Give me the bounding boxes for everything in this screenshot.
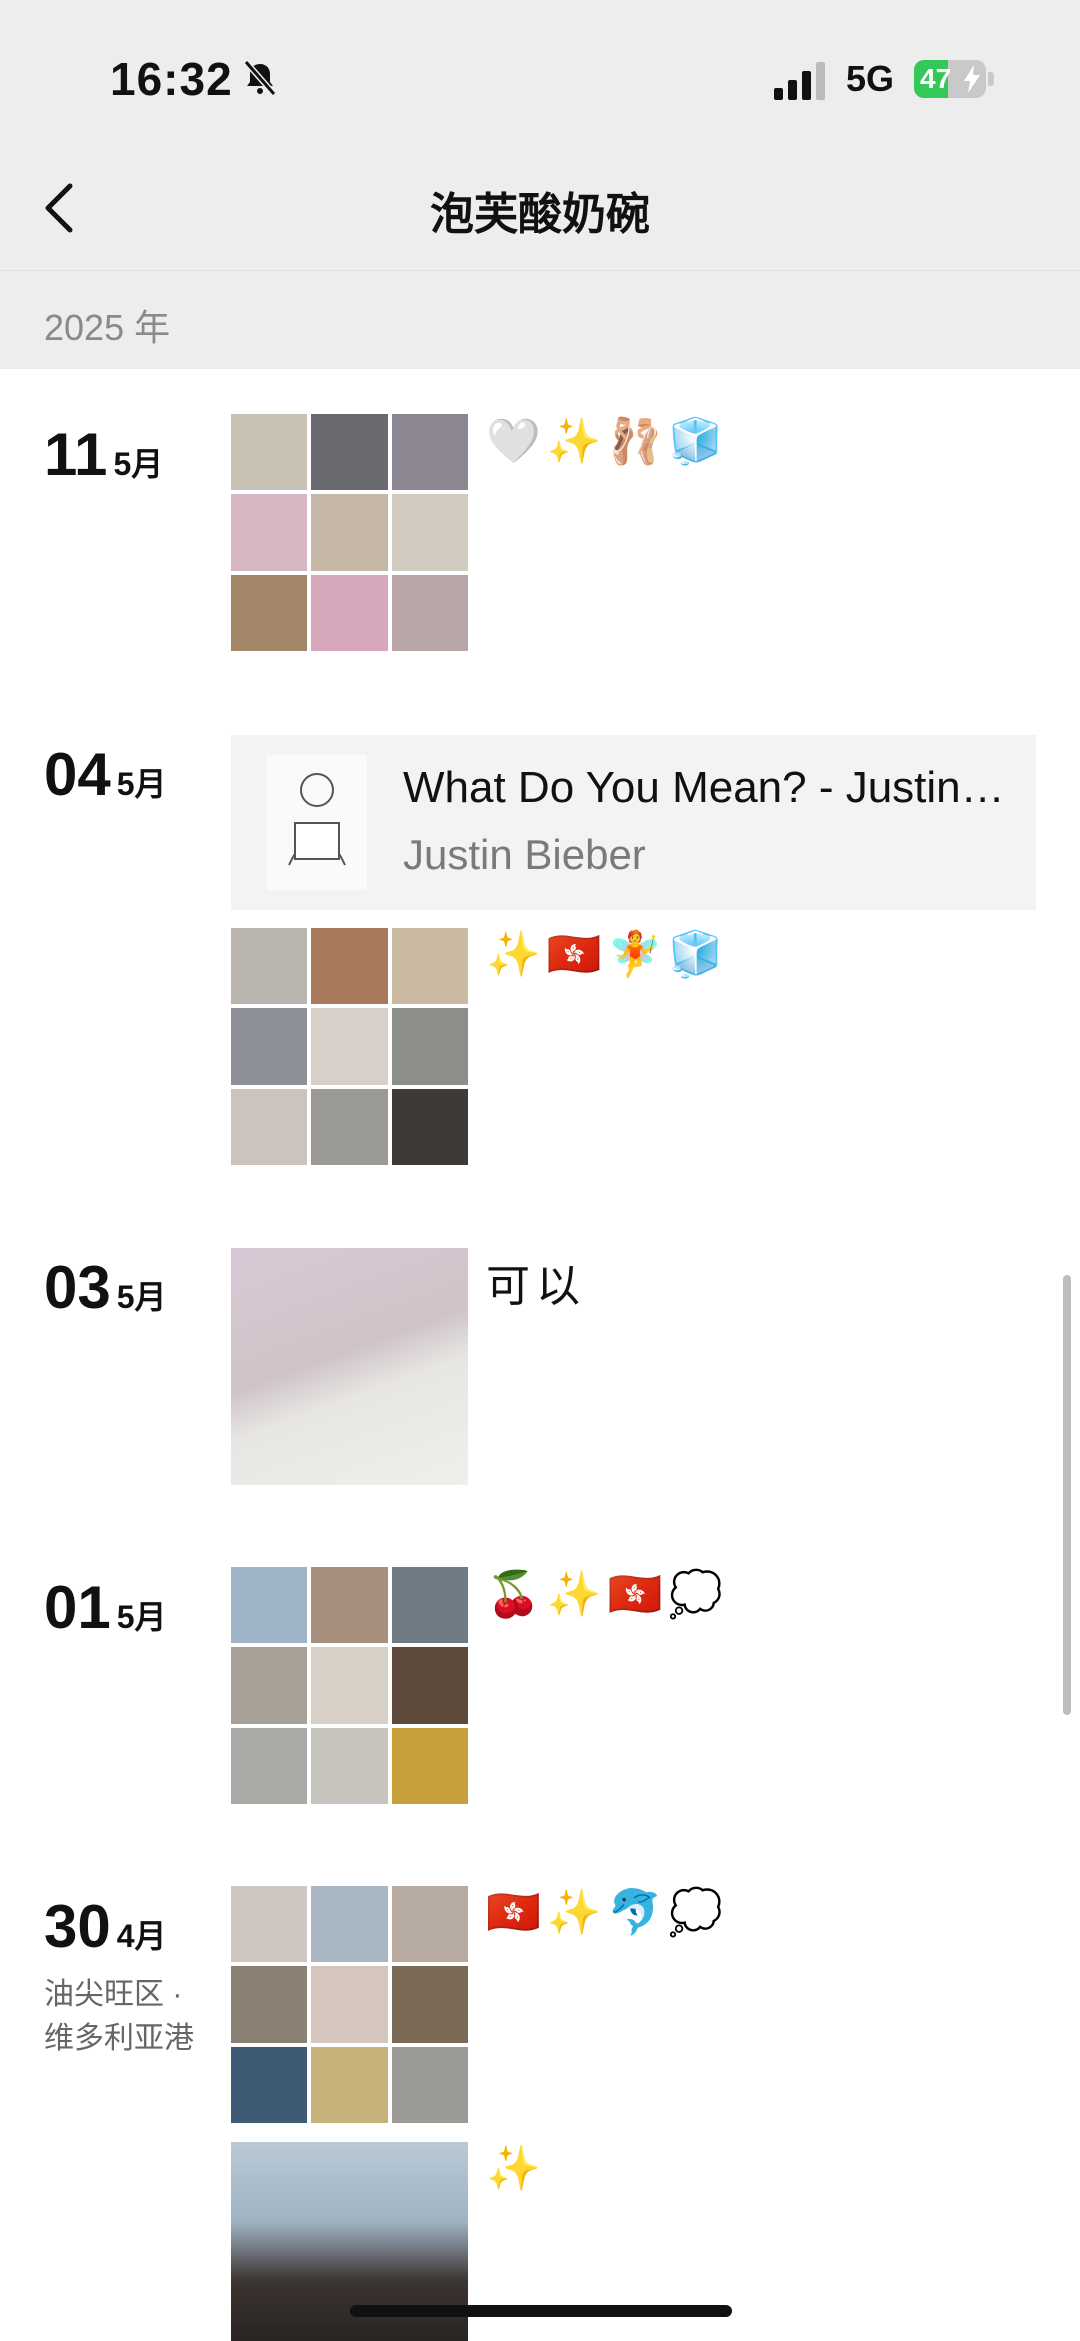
photo-grid[interactable]	[231, 1886, 468, 2123]
entry-month: 5月	[113, 446, 164, 482]
photo-grid[interactable]	[231, 928, 468, 1165]
battery-icon: 47	[914, 60, 986, 98]
entry-day: 04	[44, 741, 111, 808]
entry-date: 01 5月	[44, 1578, 167, 1638]
entry-day: 01	[44, 1574, 111, 1641]
battery-cap	[988, 72, 994, 86]
entry-caption: 🤍✨🩰🧊	[486, 417, 730, 466]
entry-date: 30 4月	[44, 1897, 167, 1957]
page-title: 泡芙酸奶碗	[430, 190, 650, 239]
entry-day: 30	[44, 1893, 111, 1960]
entry-location[interactable]: 油尖旺区 · 维多利亚港	[44, 1973, 194, 2061]
charging-bolt-icon	[964, 65, 980, 93]
battery-percent: 47	[920, 63, 952, 94]
entry-caption: ✨🇭🇰🧚🧊	[486, 930, 730, 979]
entry-caption: 🍒✨🇭🇰💭	[486, 1570, 730, 1619]
photo-grid[interactable]	[231, 1567, 468, 1804]
year-label: 2025 年	[44, 307, 171, 348]
entry-month: 5月	[116, 766, 167, 802]
header-area: 16:32 5G 47 泡芙酸奶碗	[0, 0, 1080, 270]
scrollbar[interactable]	[1063, 1275, 1071, 1715]
year-header: 2025 年	[0, 270, 1080, 369]
entry-date: 11 5月	[44, 425, 163, 485]
entry-month: 5月	[116, 1599, 167, 1635]
entry-date: 04 5月	[44, 745, 167, 805]
photo[interactable]	[231, 1248, 468, 1485]
location-line-1: 油尖旺区 ·	[44, 1978, 183, 2011]
entry-day: 03	[44, 1254, 111, 1321]
location-line-2: 维多利亚港	[44, 2022, 194, 2055]
entry-caption-2: ✨	[486, 2144, 547, 2193]
photo-grid[interactable]	[231, 414, 468, 651]
entry-month: 5月	[116, 1279, 167, 1315]
album-cover-art-icon	[288, 773, 346, 866]
song-artist: Justin Bieber	[403, 831, 646, 878]
song-title: What Do You Mean? - Justin Bieber	[403, 763, 1013, 812]
bell-muted-icon	[243, 60, 277, 96]
album-cover	[267, 755, 367, 890]
music-share-card[interactable]: What Do You Mean? - Justin Bieber Justin…	[231, 735, 1036, 910]
home-indicator[interactable]	[350, 2305, 732, 2317]
entry-caption: 🇭🇰✨🐬💭	[486, 1888, 730, 1937]
network-label: 5G	[846, 58, 895, 99]
entry-date: 03 5月	[44, 1258, 167, 1318]
entry-month: 4月	[116, 1918, 167, 1954]
status-time: 16:32	[110, 53, 233, 105]
signal-icon	[774, 62, 825, 100]
entry-day: 11	[44, 421, 108, 488]
entry-caption: 可以	[486, 1262, 586, 1311]
